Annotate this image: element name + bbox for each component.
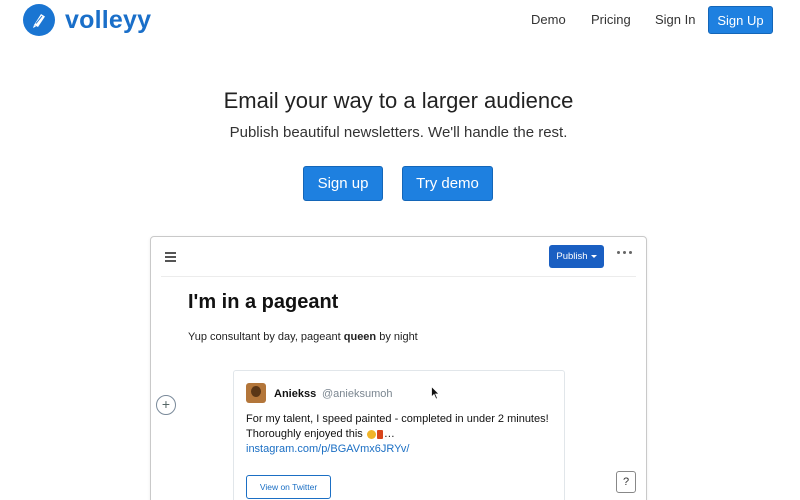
- tweet-text-line: For my talent, I speed painted - complet…: [246, 413, 549, 425]
- brand-name: volleyy: [65, 5, 152, 34]
- embedded-tweet: Aniekss @anieksumoh For my talent, I spe…: [233, 370, 565, 500]
- view-on-twitter-button[interactable]: View on Twitter: [246, 475, 331, 499]
- brand-logo[interactable]: volleyy: [23, 4, 151, 36]
- caret-down-icon: [590, 255, 597, 258]
- hero-title: Email your way to a larger audience: [223, 88, 574, 113]
- tweet-link[interactable]: instagram.com/p/BGAVmx6JRYv/: [246, 442, 561, 457]
- nav-signin-link[interactable]: Sign In: [655, 12, 695, 27]
- post-title[interactable]: I'm in a pageant: [188, 291, 338, 314]
- editor-preview: Publish I'm in a pageant Yup consultant …: [150, 236, 647, 500]
- editor-toolbar: Publish: [161, 237, 636, 277]
- post-body-bold: queen: [343, 331, 377, 343]
- smile-emoji-icon: [366, 429, 376, 439]
- avatar: [246, 383, 266, 403]
- tweet-author-name: Aniekss: [274, 388, 317, 400]
- publish-button[interactable]: Publish: [549, 245, 604, 268]
- tweet-ellipsis: …: [383, 428, 395, 440]
- help-button[interactable]: ?: [616, 471, 636, 493]
- mouse-cursor-icon: [431, 386, 440, 400]
- top-nav: volleyy Demo Pricing Sign In Sign Up: [0, 0, 800, 40]
- tweet-text: For my talent, I speed painted - complet…: [246, 412, 561, 457]
- hamburger-icon[interactable]: [165, 252, 177, 262]
- post-body-text: Yup consultant by day, pageant: [188, 331, 344, 343]
- nav-pricing-link[interactable]: Pricing: [591, 12, 631, 27]
- plus-icon[interactable]: +: [156, 395, 176, 415]
- tweet-text-line: Thoroughly enjoyed this: [246, 428, 363, 440]
- nav-demo-link[interactable]: Demo: [531, 12, 566, 27]
- post-body[interactable]: Yup consultant by day, pageant queen by …: [188, 331, 418, 343]
- pen-nib-icon: [23, 4, 55, 36]
- more-dots-icon[interactable]: [617, 251, 632, 254]
- publish-label: Publish: [556, 251, 588, 262]
- hero-try-demo-button[interactable]: Try demo: [402, 166, 493, 201]
- nav-signup-button[interactable]: Sign Up: [708, 6, 773, 34]
- tweet-author-handle: @anieksumoh: [322, 388, 393, 400]
- nail-polish-emoji-icon: [376, 429, 383, 439]
- hero-subtitle: Publish beautiful newsletters. We'll han…: [229, 124, 568, 141]
- post-body-text-end: by night: [376, 331, 418, 343]
- hero-signup-button[interactable]: Sign up: [303, 166, 383, 201]
